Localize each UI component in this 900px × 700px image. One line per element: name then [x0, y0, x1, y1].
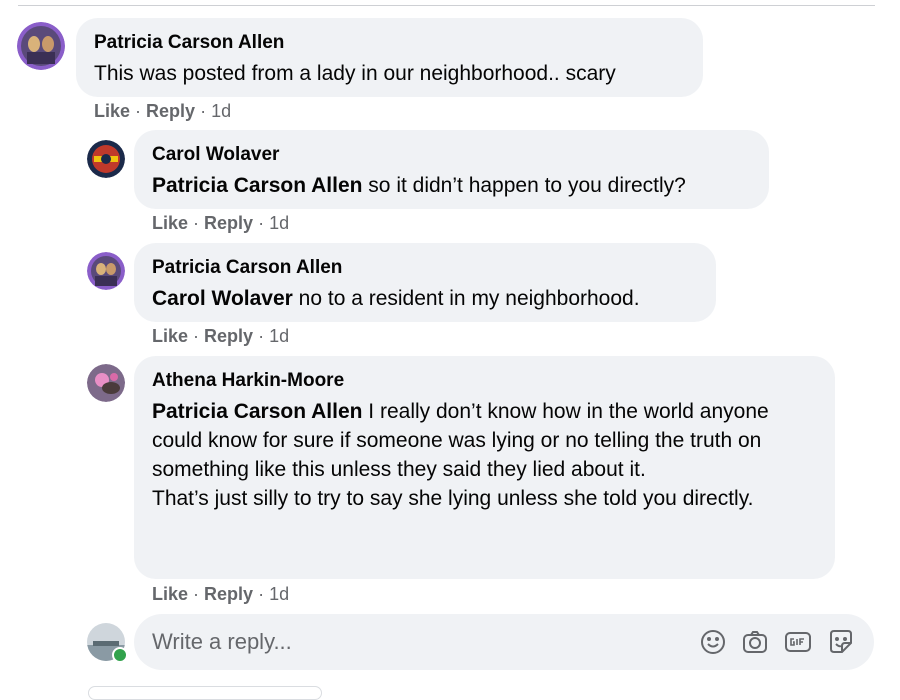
timestamp[interactable]: 1d	[269, 213, 289, 233]
comment-bubble: Patricia Carson Allen Carol Wolaver no t…	[134, 243, 716, 322]
like-link[interactable]: Like	[94, 101, 130, 121]
separator: ·	[193, 326, 200, 346]
comment-bubble: Patricia Carson Allen This was posted fr…	[76, 18, 703, 97]
separator: ·	[135, 101, 142, 121]
comment-text: no to a resident in my neighborhood.	[292, 287, 640, 310]
mention-link[interactable]: Patricia Carson Allen	[152, 174, 362, 197]
comment-author[interactable]: Patricia Carson Allen	[152, 256, 698, 280]
separator: ·	[193, 584, 200, 604]
comment-bubble: Athena Harkin-Moore Patricia Carson Alle…	[134, 356, 835, 579]
separator: ·	[258, 584, 265, 604]
comment-bubble: Carol Wolaver Patricia Carson Allen so i…	[134, 130, 769, 209]
sticker-icon[interactable]	[827, 628, 855, 656]
comment-author[interactable]: Patricia Carson Allen	[94, 31, 685, 55]
like-link[interactable]: Like	[152, 213, 188, 233]
comment-author[interactable]: Athena Harkin-Moore	[152, 369, 817, 393]
reply-link[interactable]: Reply	[146, 101, 195, 121]
mention-link[interactable]: Carol Wolaver	[152, 287, 293, 310]
comment-actions: Like · Reply · 1d	[152, 212, 289, 234]
reply-input[interactable]: Write a reply...	[134, 614, 874, 670]
comment-text: This was posted from a lady in our neigh…	[94, 62, 616, 85]
avatar[interactable]	[17, 22, 65, 70]
comment-actions: Like · Reply · 1d	[94, 100, 231, 122]
emoji-icon[interactable]	[699, 628, 727, 656]
avatar[interactable]	[87, 140, 125, 178]
avatar[interactable]	[87, 252, 125, 290]
comment-actions: Like · Reply · 1d	[152, 325, 289, 347]
reply-link[interactable]: Reply	[204, 584, 253, 604]
timestamp[interactable]: 1d	[211, 101, 231, 121]
comment-text: so it didn’t happen to you directly?	[362, 174, 686, 197]
reply-link[interactable]: Reply	[204, 326, 253, 346]
next-item-peek	[88, 686, 322, 700]
comment-author[interactable]: Carol Wolaver	[152, 143, 751, 167]
online-status-indicator	[112, 647, 128, 663]
like-link[interactable]: Like	[152, 326, 188, 346]
gif-icon[interactable]	[784, 628, 812, 656]
separator: ·	[200, 101, 207, 121]
like-link[interactable]: Like	[152, 584, 188, 604]
reply-placeholder: Write a reply...	[152, 629, 292, 654]
avatar[interactable]	[87, 364, 125, 402]
timestamp[interactable]: 1d	[269, 326, 289, 346]
comment-actions: Like · Reply · 1d	[152, 583, 289, 605]
separator: ·	[193, 213, 200, 233]
mention-link[interactable]: Patricia Carson Allen	[152, 400, 362, 423]
camera-icon[interactable]	[741, 628, 769, 656]
timestamp[interactable]: 1d	[269, 584, 289, 604]
comment-text-continued: That’s just silly to try to say she lyin…	[152, 487, 754, 510]
separator: ·	[258, 326, 265, 346]
separator: ·	[258, 213, 265, 233]
reply-link[interactable]: Reply	[204, 213, 253, 233]
top-divider	[18, 5, 875, 6]
